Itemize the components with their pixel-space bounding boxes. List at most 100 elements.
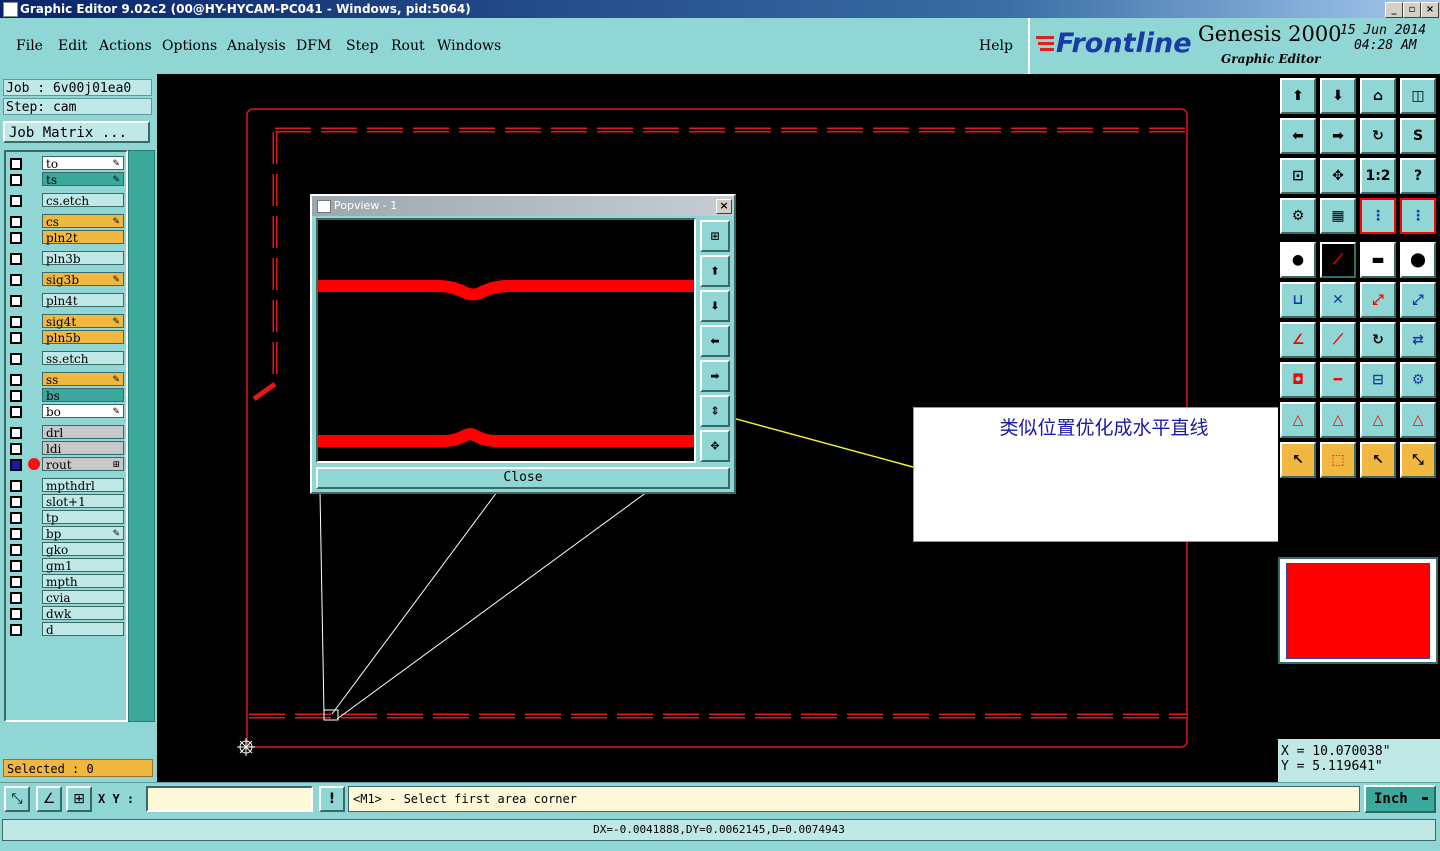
pointer-box-button[interactable]: ⬚: [1320, 442, 1356, 478]
popview-fit-all-button[interactable]: ✥: [700, 430, 730, 462]
pointer-path-button[interactable]: ⤡: [1400, 442, 1436, 478]
popview-pan-right-button[interactable]: ➡: [700, 360, 730, 392]
layer-row-ts[interactable]: ts ✎: [8, 172, 126, 187]
layer-row-dwk[interactable]: dwk: [8, 606, 126, 621]
layer-name[interactable]: mpth: [42, 574, 124, 589]
popview-close-button[interactable]: Close: [316, 467, 730, 489]
layer-name[interactable]: gko: [42, 542, 124, 557]
menu-help[interactable]: Help: [979, 38, 1013, 54]
layer-name[interactable]: pln3b: [42, 251, 124, 266]
layer-row-cs-etch[interactable]: cs.etch: [8, 193, 126, 208]
layer-row-tp[interactable]: tp: [8, 510, 126, 525]
menu-actions[interactable]: Actions: [99, 38, 152, 54]
layer-row-sig4t[interactable]: sig4t ✎: [8, 314, 126, 329]
maximize-button[interactable]: ▫: [1403, 2, 1421, 18]
menu-edit[interactable]: Edit: [58, 38, 87, 54]
horizontal-line-button[interactable]: ━: [1320, 362, 1356, 398]
layer-checkbox[interactable]: [10, 624, 22, 636]
layer-checkbox[interactable]: [10, 560, 22, 572]
layer-name[interactable]: pln4t: [42, 293, 124, 308]
layer-row-cs[interactable]: cs ✎: [8, 214, 126, 229]
layer-checkbox[interactable]: [10, 274, 22, 286]
popview-canvas[interactable]: [316, 218, 696, 463]
layer-row-bo[interactable]: bo ✎: [8, 404, 126, 419]
layer-checkbox[interactable]: [10, 216, 22, 228]
layer-row-mpthdrl[interactable]: mpthdrl: [8, 478, 126, 493]
alert-button[interactable]: !: [319, 786, 345, 812]
layer-row-bp[interactable]: bp ✎: [8, 526, 126, 541]
popview-close-icon[interactable]: ×: [716, 199, 732, 214]
layer-row-sig3b[interactable]: sig3b ✎: [8, 272, 126, 287]
select-pad-button[interactable]: ●: [1280, 242, 1316, 278]
layer-row-gko[interactable]: gko: [8, 542, 126, 557]
layer-checkbox[interactable]: [10, 374, 22, 386]
connect-button[interactable]: ⊔: [1280, 282, 1316, 318]
layer-checkbox[interactable]: [10, 427, 22, 439]
layer-row-pln3b[interactable]: pln3b: [8, 251, 126, 266]
angle-button[interactable]: ∠: [1280, 322, 1316, 358]
pad-group-button[interactable]: ⚙: [1400, 362, 1436, 398]
measure-angle-button[interactable]: ∠: [36, 786, 62, 812]
layer-row-ldi[interactable]: ldi: [8, 441, 126, 456]
zoom-fit-button[interactable]: ⊡: [1280, 158, 1316, 194]
pan-right-button[interactable]: ➡: [1320, 118, 1356, 154]
snap-red-button[interactable]: ⋮: [1360, 198, 1396, 234]
help-button[interactable]: ?: [1400, 158, 1436, 194]
popview-pan-down-button[interactable]: ⬇: [700, 290, 730, 322]
menu-options[interactable]: Options: [162, 38, 217, 54]
layer-checkbox[interactable]: [10, 316, 22, 328]
layer-checkbox[interactable]: [10, 295, 22, 307]
layer-row-pln2t[interactable]: pln2t: [8, 230, 126, 245]
layer-row-ss[interactable]: ss ✎: [8, 372, 126, 387]
layer-row-ss-etch[interactable]: ss.etch: [8, 351, 126, 366]
layer-checkbox[interactable]: [10, 608, 22, 620]
layer-name[interactable]: mpthdrl: [42, 478, 124, 493]
layer-row-pln5b[interactable]: pln5b: [8, 330, 126, 345]
pan-left-button[interactable]: ⬅: [1280, 118, 1316, 154]
snap-alt-button[interactable]: ⋮: [1400, 198, 1436, 234]
layer-name[interactable]: ldi: [42, 441, 124, 456]
home-zoom-button[interactable]: ⬆: [1280, 78, 1316, 114]
triangle-3-button[interactable]: △: [1360, 402, 1396, 438]
layer-name[interactable]: pln2t: [42, 230, 124, 245]
redraw-button[interactable]: ↻: [1360, 118, 1396, 154]
pad-point-button[interactable]: ◘: [1280, 362, 1316, 398]
layer-checkbox[interactable]: [10, 174, 22, 186]
layer-row-rout[interactable]: rout ⊞: [8, 457, 126, 472]
layer-name[interactable]: ts ✎: [42, 172, 124, 187]
window-split-button[interactable]: ◫: [1400, 78, 1436, 114]
layer-name[interactable]: ss.etch: [42, 351, 124, 366]
layer-name[interactable]: ss ✎: [42, 372, 124, 387]
triangle-1-button[interactable]: △: [1280, 402, 1316, 438]
menu-rout[interactable]: Rout: [391, 38, 425, 54]
menu-analysis[interactable]: Analysis: [227, 38, 286, 54]
popview-pan-left-button[interactable]: ⬅: [700, 325, 730, 357]
layer-name[interactable]: gm1: [42, 558, 124, 573]
layer-checkbox[interactable]: [10, 480, 22, 492]
layer-checkbox[interactable]: [10, 390, 22, 402]
triangle-4-button[interactable]: △: [1400, 402, 1436, 438]
popview-fit-vertical-button[interactable]: ⇕: [700, 395, 730, 427]
layer-checkbox[interactable]: [10, 592, 22, 604]
layer-row-drl[interactable]: drl: [8, 425, 126, 440]
layer-name[interactable]: dwk: [42, 606, 124, 621]
layer-row-slot-1[interactable]: slot+1: [8, 494, 126, 509]
layer-checkbox[interactable]: [10, 528, 22, 540]
layer-name[interactable]: sig4t ✎: [42, 314, 124, 329]
line-tool-button[interactable]: ⟋: [1320, 242, 1356, 278]
layer-name[interactable]: bp ✎: [42, 526, 124, 541]
minimize-button[interactable]: _: [1385, 2, 1403, 18]
layer-name[interactable]: cs.etch: [42, 193, 124, 208]
units-selector[interactable]: Inch ▬: [1364, 785, 1436, 813]
s-curve-button[interactable]: S: [1400, 118, 1436, 154]
layer-checkbox[interactable]: [10, 353, 22, 365]
layer-name[interactable]: rout ⊞: [42, 457, 124, 472]
popview-zoom-in-button[interactable]: ⊞: [700, 220, 730, 252]
point-to-point-button[interactable]: ⤢: [1360, 282, 1396, 318]
layer-row-mpth[interactable]: mpth: [8, 574, 126, 589]
grid-snap-button[interactable]: ⊞: [66, 786, 92, 812]
point-move-button[interactable]: ⤢: [1400, 282, 1436, 318]
layer-name[interactable]: sig3b ✎: [42, 272, 124, 287]
job-matrix-button[interactable]: Job Matrix ...: [3, 121, 150, 143]
layer-name[interactable]: tp: [42, 510, 124, 525]
